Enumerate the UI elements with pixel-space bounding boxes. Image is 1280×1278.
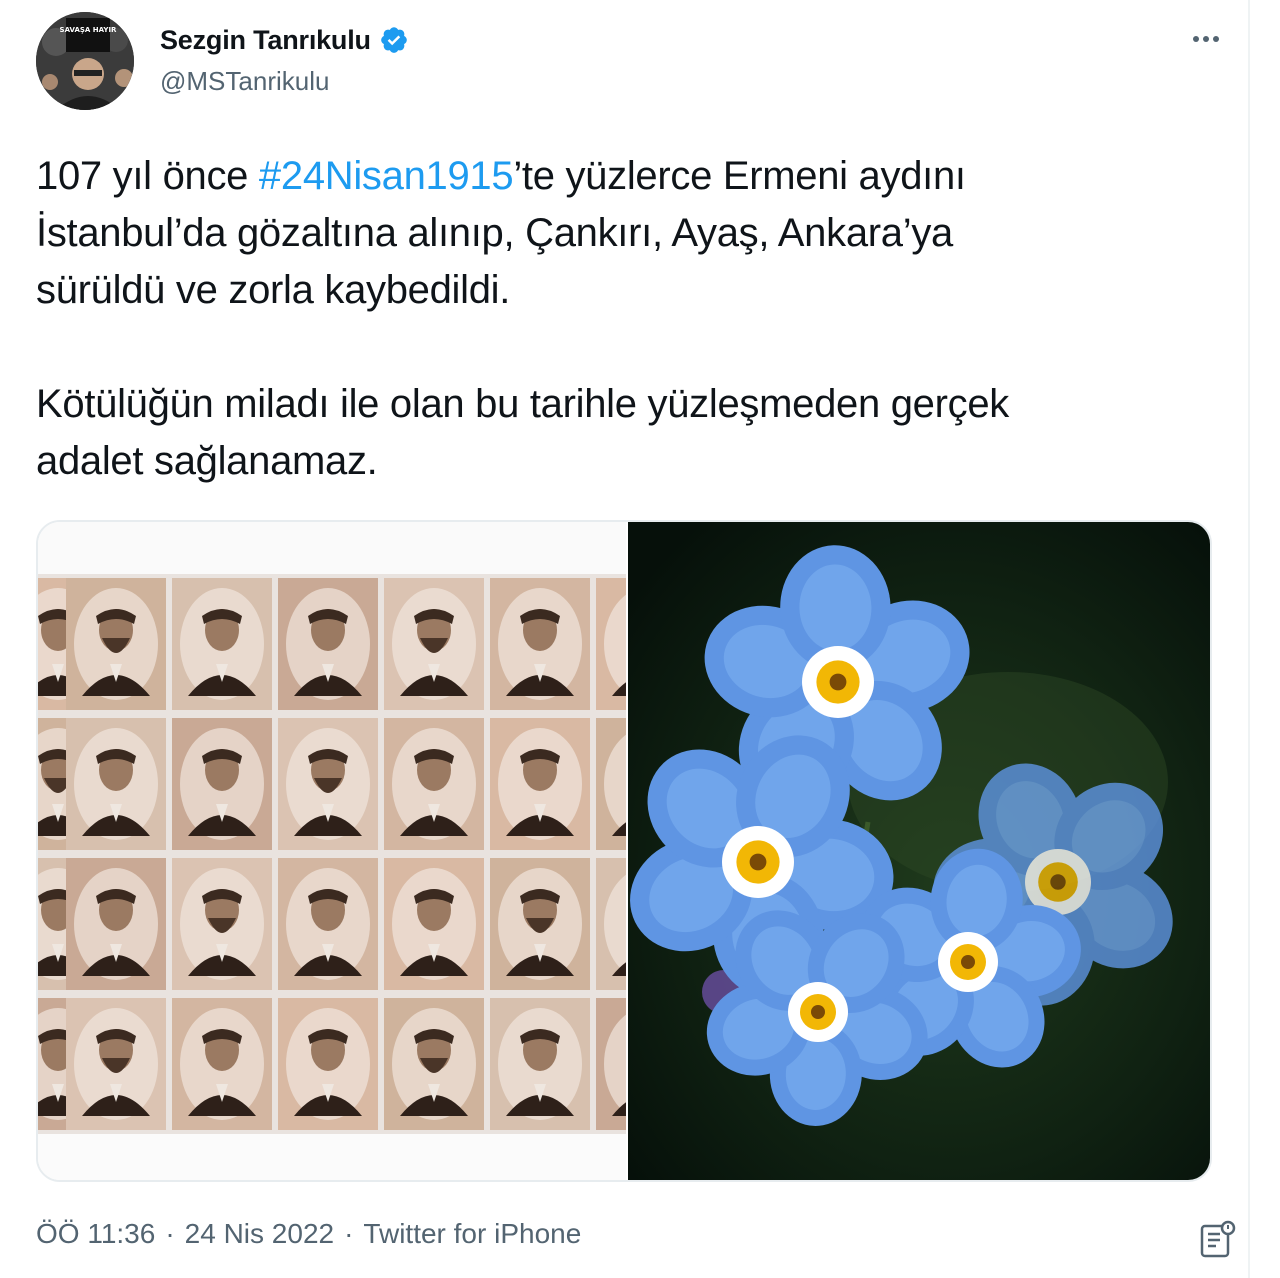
portrait-tile — [172, 858, 272, 990]
portrait-tile — [384, 578, 484, 710]
hashtag-link[interactable]: #24Nisan1915 — [259, 154, 514, 198]
portrait-tile — [278, 578, 378, 710]
portrait-tile — [490, 718, 590, 850]
tweet-paragraph-2: Kötülüğün miladı ile olan bu tarihle yüz… — [36, 382, 1009, 483]
tweet-paragraph-1: 107 yıl önce #24Nisan1915’te yüzlerce Er… — [36, 148, 1226, 319]
tweet-time[interactable]: ÖÖ 11:36 — [36, 1218, 155, 1250]
portrait-tile — [278, 718, 378, 850]
meta-separator: · — [344, 1218, 354, 1249]
portrait-tile — [596, 858, 626, 990]
portrait-tile — [66, 718, 166, 850]
author-name[interactable]: Sezgin Tanrıkulu — [160, 25, 371, 56]
verified-badge-icon — [381, 27, 407, 53]
avatar-sign-text: SAVAŞA HAYIR — [60, 26, 118, 34]
author-block: Sezgin Tanrıkulu @MSTanrikulu — [160, 22, 409, 97]
portrait-grid-image — [38, 522, 626, 1180]
portrait-tile — [596, 718, 626, 850]
meta-separator: · — [165, 1218, 175, 1249]
portrait-tile — [278, 858, 378, 990]
tweet-source[interactable]: Twitter for iPhone — [363, 1218, 581, 1250]
avatar[interactable]: SAVAŞA HAYIR — [36, 12, 134, 110]
portrait-tile — [66, 578, 166, 710]
author-handle[interactable]: @MSTanrikulu — [160, 66, 409, 97]
portrait-tile — [172, 998, 272, 1130]
more-options-icon[interactable] — [1186, 26, 1226, 52]
column-border — [1248, 0, 1250, 1278]
tweet-date[interactable]: 24 Nis 2022 — [185, 1218, 334, 1250]
tweet-header: SAVAŞA HAYIR Sezgin Tanrıkulu @MSTanriku… — [36, 12, 1226, 112]
portrait-tile — [596, 578, 626, 710]
portrait-tile — [278, 998, 378, 1130]
media-image-flowers[interactable] — [628, 522, 1210, 1180]
portrait-tile — [490, 858, 590, 990]
avatar-photo: SAVAŞA HAYIR — [36, 12, 134, 110]
media-image-portraits[interactable] — [38, 522, 626, 1180]
portrait-tile — [66, 998, 166, 1130]
portrait-tile — [66, 858, 166, 990]
tweet-text: 107 yıl önce #24Nisan1915’te yüzlerce Er… — [36, 148, 1226, 490]
tweet-text-part1: 107 yıl önce — [36, 154, 259, 198]
portrait-tile — [384, 998, 484, 1130]
portrait-tile — [172, 578, 272, 710]
forget-me-not-image — [628, 522, 1210, 1180]
portrait-tile — [596, 998, 626, 1130]
tweet-analytics-icon[interactable] — [1198, 1220, 1238, 1260]
portrait-tile — [384, 718, 484, 850]
portrait-tile — [490, 578, 590, 710]
tweet-meta: ÖÖ 11:36 · 24 Nis 2022 · Twitter for iPh… — [36, 1218, 581, 1250]
tweet-media — [36, 520, 1212, 1182]
portrait-tile — [384, 858, 484, 990]
portrait-tile — [490, 998, 590, 1130]
portrait-tile — [172, 718, 272, 850]
